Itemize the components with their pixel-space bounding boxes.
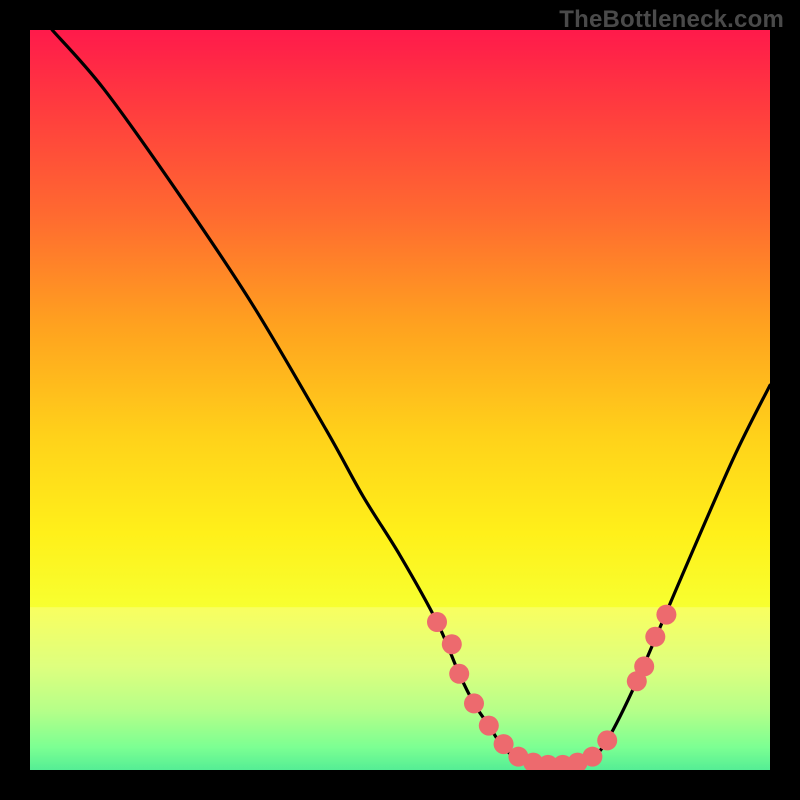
data-point [464,693,484,713]
data-point [442,634,462,654]
data-point [479,716,499,736]
data-point [656,605,676,625]
bottleneck-chart [30,30,770,770]
chart-svg [30,30,770,770]
data-point [582,747,602,767]
chart-container: TheBottleneck.com [0,0,800,800]
data-point [449,664,469,684]
data-point [597,730,617,750]
data-point [645,627,665,647]
data-point [427,612,447,632]
watermark-text: TheBottleneck.com [559,6,784,34]
data-point [634,656,654,676]
